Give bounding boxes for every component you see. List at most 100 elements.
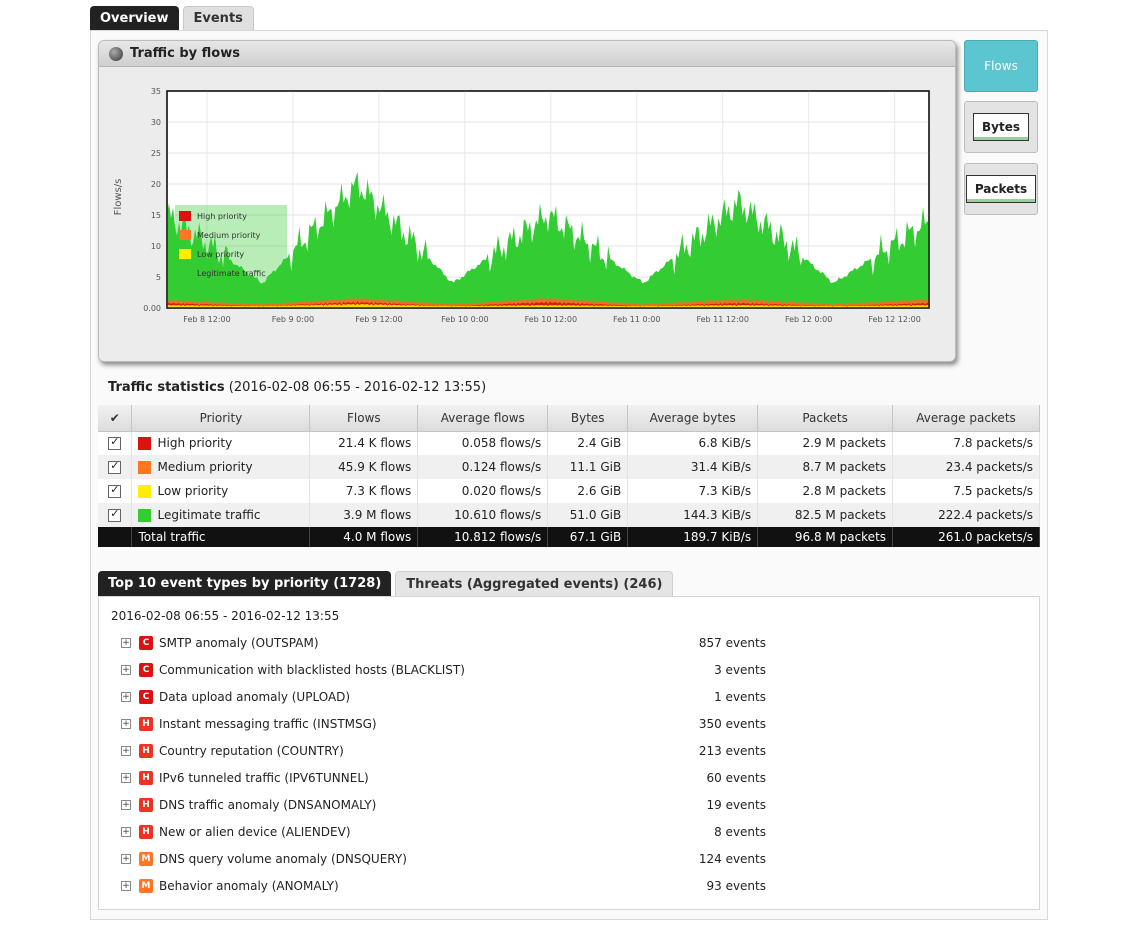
table-row: Legitimate traffic 3.9 M flows 10.610 fl…	[98, 503, 1040, 527]
severity-badge: C	[139, 635, 153, 650]
table-row: Medium priority 45.9 K flows 0.124 flows…	[98, 455, 1040, 479]
severity-badge: H	[139, 824, 153, 839]
total-avg-bytes: 189.7 KiB/s	[627, 527, 759, 547]
expand-icon[interactable]: +	[121, 745, 131, 756]
event-row[interactable]: + M Behavior anomaly (ANOMALY) 93 events	[121, 872, 766, 899]
packets-button[interactable]: Packets	[964, 163, 1038, 215]
chart-legend: High priority Medium priority Low priority…	[175, 205, 287, 283]
flows-cell: 45.9 K flows	[309, 455, 419, 479]
tab-events[interactable]: Events	[182, 6, 254, 30]
col-avg-packets: Average packets	[892, 405, 1040, 432]
event-row[interactable]: + H IPv6 tunneled traffic (IPV6TUNNEL) 60 e…	[121, 764, 766, 791]
x-tick-label: Feb 9 12:00	[355, 315, 402, 324]
tab-threats[interactable]: Threats (Aggregated events) (246)	[395, 571, 674, 596]
event-count: 350 events	[698, 716, 766, 731]
avg-packets-cell: 23.4 packets/s	[892, 455, 1040, 479]
severity-badge: H	[139, 716, 153, 731]
event-count: 3 events	[714, 662, 766, 677]
y-tick-label: 35	[151, 87, 161, 96]
event-name[interactable]: IPv6 tunneled traffic (IPV6TUNNEL)	[159, 771, 706, 785]
severity-badge: H	[139, 797, 153, 812]
severity-badge: H	[139, 770, 153, 785]
table-row: High priority 21.4 K flows 0.058 flows/s…	[98, 431, 1040, 455]
top-tabs: Overview Events	[90, 6, 254, 30]
table-header-row: ✔ Priority Flows Average flows Bytes Ave…	[98, 405, 1040, 432]
event-name[interactable]: DNS traffic anomaly (DNSANOMALY)	[159, 798, 706, 812]
expand-icon[interactable]: +	[121, 772, 131, 783]
event-count: 1 events	[714, 689, 766, 704]
severity-badge: C	[139, 689, 153, 704]
tab-top-event-types[interactable]: Top 10 event types by priority (1728)	[98, 571, 392, 596]
x-tick-label: Feb 8 12:00	[183, 315, 230, 324]
event-row[interactable]: + H Country reputation (COUNTRY) 213 events	[121, 737, 766, 764]
avg-flows-cell: 10.610 flows/s	[417, 503, 549, 527]
events-range: 2016-02-08 06:55 - 2016-02-12 13:55	[111, 609, 340, 623]
event-row[interactable]: + H Instant messaging traffic (INSTMSG) 350…	[121, 710, 766, 737]
bytes-button-label: Bytes	[973, 113, 1029, 141]
packets-cell: 2.8 M packets	[757, 479, 894, 503]
event-row[interactable]: + C Data upload anomaly (UPLOAD) 1 events	[121, 683, 766, 710]
priority-label: Medium priority	[157, 460, 253, 474]
x-tick-label: Feb 10 12:00	[525, 315, 577, 324]
event-tabs: Top 10 event types by priority (1728) Th…	[98, 571, 674, 596]
col-avg-flows: Average flows	[417, 405, 549, 432]
expand-icon[interactable]: +	[121, 718, 131, 729]
row-checkbox[interactable]	[108, 459, 122, 474]
event-name[interactable]: Behavior anomaly (ANOMALY)	[159, 879, 706, 893]
legend-swatch	[179, 230, 191, 240]
severity-badge: C	[139, 662, 153, 677]
event-name[interactable]: Communication with blacklisted hosts (BL…	[159, 663, 714, 677]
bytes-cell: 2.4 GiB	[547, 431, 629, 455]
event-count: 213 events	[698, 743, 766, 758]
avg-packets-cell: 7.8 packets/s	[892, 431, 1040, 455]
expand-icon[interactable]: +	[121, 880, 131, 891]
priority-color-swatch	[138, 485, 152, 498]
priority-label: Low priority	[157, 484, 229, 498]
packets-cell: 8.7 M packets	[757, 455, 894, 479]
col-packets: Packets	[757, 405, 894, 432]
expand-icon[interactable]: +	[121, 853, 131, 864]
expand-icon[interactable]: +	[121, 799, 131, 810]
event-name[interactable]: New or alien device (ALIENDEV)	[159, 825, 714, 839]
avg-bytes-cell: 6.8 KiB/s	[627, 431, 759, 455]
event-count: 93 events	[706, 878, 766, 893]
event-name[interactable]: SMTP anomaly (OUTSPAM)	[159, 636, 699, 650]
priority-label: Legitimate traffic	[157, 508, 261, 522]
severity-badge: H	[139, 743, 153, 758]
expand-icon[interactable]: +	[121, 826, 131, 837]
tab-overview[interactable]: Overview	[90, 6, 179, 30]
expand-icon[interactable]: +	[121, 691, 131, 702]
event-name[interactable]: Country reputation (COUNTRY)	[159, 744, 699, 758]
bytes-cell: 11.1 GiB	[547, 455, 629, 479]
x-tick-label: Feb 10 0:00	[441, 315, 488, 324]
flows-button[interactable]: Flows	[964, 40, 1038, 92]
y-axis-label: Flows/s	[113, 179, 124, 216]
col-bytes: Bytes	[547, 405, 629, 432]
event-name[interactable]: Instant messaging traffic (INSTMSG)	[159, 717, 699, 731]
row-checkbox[interactable]	[108, 507, 122, 522]
row-checkbox[interactable]	[108, 483, 122, 498]
x-tick-label: Feb 11 0:00	[613, 315, 660, 324]
y-tick-label: 20	[151, 180, 161, 189]
event-row[interactable]: + M DNS query volume anomaly (DNSQUERY) 124…	[121, 845, 766, 872]
event-row[interactable]: + C SMTP anomaly (OUTSPAM) 857 events	[121, 629, 766, 656]
legend-label: Medium priority	[197, 231, 261, 240]
event-count: 8 events	[714, 824, 766, 839]
bytes-button[interactable]: Bytes	[964, 101, 1038, 153]
expand-icon[interactable]: +	[121, 637, 131, 648]
table-row: Low priority 7.3 K flows 0.020 flows/s 2…	[98, 479, 1040, 503]
severity-badge: M	[139, 878, 153, 893]
event-name[interactable]: Data upload anomaly (UPLOAD)	[159, 690, 714, 704]
col-avg-bytes: Average bytes	[627, 405, 759, 432]
x-tick-label: Feb 12 0:00	[785, 315, 832, 324]
row-checkbox[interactable]	[108, 435, 122, 451]
event-row[interactable]: + H New or alien device (ALIENDEV) 8 events	[121, 818, 766, 845]
event-row[interactable]: + C Communication with blacklisted hosts (…	[121, 656, 766, 683]
event-name[interactable]: DNS query volume anomaly (DNSQUERY)	[159, 852, 699, 866]
avg-flows-cell: 0.058 flows/s	[417, 431, 549, 455]
y-tick-label: 10	[151, 242, 161, 251]
flows-cell: 7.3 K flows	[309, 479, 419, 503]
expand-icon[interactable]: +	[121, 664, 131, 675]
event-row[interactable]: + H DNS traffic anomaly (DNSANOMALY) 19 eve…	[121, 791, 766, 818]
event-count: 124 events	[698, 851, 766, 866]
